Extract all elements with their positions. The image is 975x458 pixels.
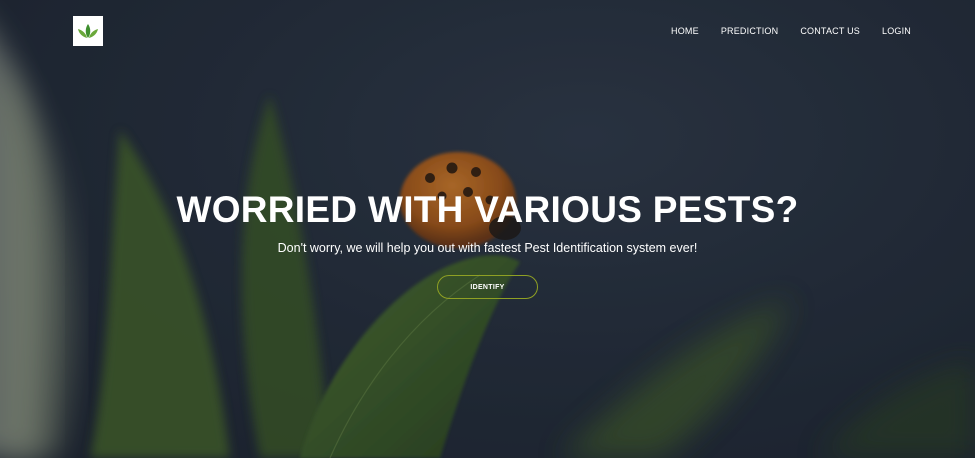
main-nav: HOME PREDICTION CONTACT US LOGIN: [660, 25, 922, 37]
hero-section: HOME PREDICTION CONTACT US LOGIN WORRIED…: [0, 0, 975, 458]
leaf-sprout-icon: [78, 24, 98, 38]
nav-contact-us-link[interactable]: CONTACT US: [789, 25, 871, 37]
nav-login-link[interactable]: LOGIN: [871, 25, 922, 37]
hero-headline: WORRIED WITH VARIOUS PESTS?: [176, 189, 799, 230]
nav-prediction-link[interactable]: PREDICTION: [710, 25, 790, 37]
site-logo[interactable]: [73, 16, 103, 46]
nav-home-link[interactable]: HOME: [660, 25, 710, 37]
identify-button[interactable]: IDENTIFY: [437, 275, 538, 299]
hero-subheadline: Don't worry, we will help you out with f…: [277, 241, 698, 255]
